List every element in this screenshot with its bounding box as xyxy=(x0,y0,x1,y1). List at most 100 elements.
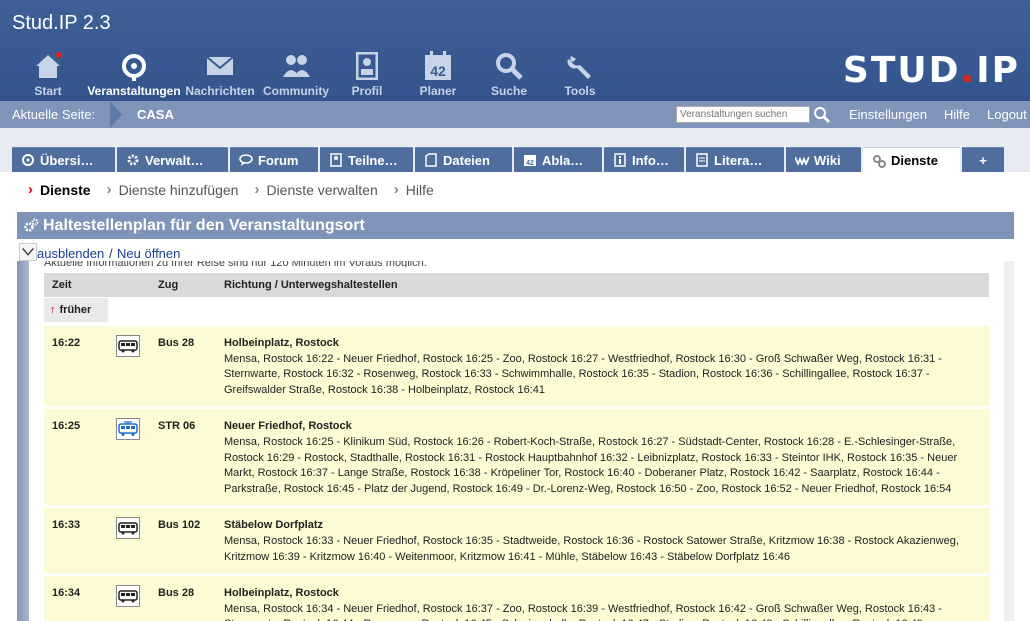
tab-services[interactable]: Dienste xyxy=(863,147,960,173)
course-tabs: Übersi… Verwalt… Forum Teilne… Dateien 4… xyxy=(12,147,1006,173)
nav-label: Tools xyxy=(564,84,596,98)
subtab-services[interactable]: › Dienste xyxy=(28,181,91,198)
nav-tools[interactable]: Tools xyxy=(542,48,618,98)
nav-label: Suche xyxy=(490,84,527,98)
subtab-manage-services[interactable]: › Dienste verwalten xyxy=(254,181,377,198)
chevron-right-icon: › xyxy=(106,181,112,198)
row-stops: Mensa, Rostock 16:25 - Klinikum Süd, Ros… xyxy=(224,435,958,495)
subtab-add-services[interactable]: › Dienste hinzufügen xyxy=(107,181,239,198)
add-tab-label: + xyxy=(979,152,987,168)
help-link[interactable]: Hilfe xyxy=(944,107,970,122)
content-title: Haltestellenplan für den Veranstaltungso… xyxy=(43,216,365,234)
right-rail xyxy=(1004,261,1014,621)
profile-icon xyxy=(334,48,400,84)
chevron-right-icon: › xyxy=(28,181,33,198)
tab-overview[interactable]: Übersi… xyxy=(12,147,115,172)
participants-icon xyxy=(328,152,344,168)
tab-wiki[interactable]: Wiki xyxy=(786,147,861,172)
tab-label: Verwalt… xyxy=(145,152,204,168)
nav-nachrichten[interactable]: Nachrichten xyxy=(182,48,258,98)
nav-suche[interactable]: Suche xyxy=(476,48,542,98)
nav-veranstaltungen[interactable]: Veranstaltungen xyxy=(86,48,182,98)
tab-files[interactable]: Dateien xyxy=(415,147,512,172)
toggle-row: ausblenden / Neu öffnen xyxy=(17,239,1014,261)
subnav: › Dienste › Dienste hinzufügen › Dienste ve… xyxy=(28,181,450,198)
logout-link[interactable]: Logout xyxy=(987,107,1027,122)
tab-forum[interactable]: Forum xyxy=(230,147,318,172)
nav-label: Community xyxy=(263,84,329,98)
breadcrumb-label: Aktuelle Seite: xyxy=(12,107,96,122)
row-time: 16:34 xyxy=(52,587,81,600)
tram-icon xyxy=(116,418,140,441)
nav-start[interactable]: Start xyxy=(10,48,86,98)
nav-planer[interactable]: 42 Planer xyxy=(400,48,476,98)
row-time: 16:22 xyxy=(52,337,81,349)
main-nav: Start Veranstaltungen Nachrichten Commun… xyxy=(10,48,618,98)
tab-literature[interactable]: Litera… xyxy=(686,147,784,172)
row-line: Bus 28 xyxy=(158,587,195,600)
search-icon xyxy=(476,48,542,84)
tab-schedule[interactable]: 42 Abla… xyxy=(514,147,602,172)
subtab-label: Hilfe xyxy=(405,181,434,198)
bus-icon xyxy=(116,517,140,540)
wrench-icon xyxy=(542,48,618,84)
subtab-help[interactable]: › Hilfe xyxy=(394,181,434,198)
breadcrumb-separator-icon xyxy=(110,101,122,128)
files-icon xyxy=(423,152,439,168)
earlier-row: ↑ früher xyxy=(44,297,989,323)
calendar-icon: 42 xyxy=(400,48,476,84)
chevron-down-icon[interactable] xyxy=(19,243,37,261)
admin-gear-icon xyxy=(125,152,141,168)
breadcrumb-current[interactable]: CASA xyxy=(137,107,174,122)
table-row: 16:22 Bus 28 Holbeinplatz, Rostock Mensa,… xyxy=(44,323,989,407)
top-header: Stud.IP 2.3 Start Veranstaltungen Nachri… xyxy=(0,0,1030,101)
table-header: Zeit Zug Richtung / Unterwegshaltestelle… xyxy=(44,273,989,297)
tab-label: Teilne… xyxy=(348,152,398,168)
tab-label: Wiki xyxy=(814,152,841,168)
arrow-up-icon: ↑ xyxy=(50,304,56,316)
subtab-label: Dienste verwalten xyxy=(266,181,378,198)
earlier-label: früher xyxy=(59,304,92,316)
overview-icon xyxy=(20,152,36,168)
row-line: Bus 28 xyxy=(158,337,195,349)
courses-icon xyxy=(86,48,182,84)
row-time: 16:33 xyxy=(52,519,81,532)
tab-label: Übersi… xyxy=(40,152,94,168)
course-search-input[interactable] xyxy=(676,106,810,123)
chevron-right-icon: › xyxy=(393,181,399,198)
tab-label: Dienste xyxy=(891,153,938,168)
row-destination: Holbeinplatz, Rostock xyxy=(224,337,339,349)
row-stops: Mensa, Rostock 16:22 - Neuer Friedhof, R… xyxy=(224,352,942,396)
tab-participants[interactable]: Teilne… xyxy=(320,147,413,172)
literature-icon xyxy=(694,152,710,168)
earlier-button[interactable]: ↑ früher xyxy=(44,298,108,322)
tab-info[interactable]: Info… xyxy=(604,147,684,172)
left-rail xyxy=(17,261,29,621)
row-stops: Mensa, Rostock 16:34 - Neuer Friedhof, R… xyxy=(224,602,942,621)
breadcrumb: Aktuelle Seite: CASA Einstellungen Hilfe… xyxy=(0,101,1030,128)
home-icon xyxy=(10,48,86,84)
tab-label: Info… xyxy=(632,152,669,168)
wiki-icon xyxy=(794,152,810,168)
nav-profil[interactable]: Profil xyxy=(334,48,400,98)
table-row: 16:25 STR 06 Neuer Friedhof, Rostock Mens… xyxy=(44,406,989,506)
studip-logo: STUD.IP xyxy=(842,50,1020,91)
tab-label: Forum xyxy=(258,152,299,168)
tab-label: Dateien xyxy=(443,152,490,168)
search-icon[interactable] xyxy=(813,106,831,124)
nav-label: Profil xyxy=(351,84,383,98)
row-destination: Neuer Friedhof, Rostock xyxy=(224,420,352,433)
tab-add[interactable]: + xyxy=(962,147,1004,172)
bus-icon xyxy=(116,335,140,357)
info-icon xyxy=(612,152,628,168)
tab-label: Abla… xyxy=(542,152,584,168)
settings-link[interactable]: Einstellungen xyxy=(849,107,927,122)
tab-admin[interactable]: Verwalt… xyxy=(117,147,228,172)
chevron-right-icon: › xyxy=(254,181,260,198)
nav-community[interactable]: Community xyxy=(258,48,334,98)
header-train: Zug xyxy=(158,279,179,291)
bus-icon xyxy=(116,585,140,608)
row-destination: Holbeinplatz, Rostock xyxy=(224,587,339,600)
open-new-link[interactable]: Neu öffnen xyxy=(117,246,180,261)
hide-link[interactable]: ausblenden xyxy=(37,246,104,261)
